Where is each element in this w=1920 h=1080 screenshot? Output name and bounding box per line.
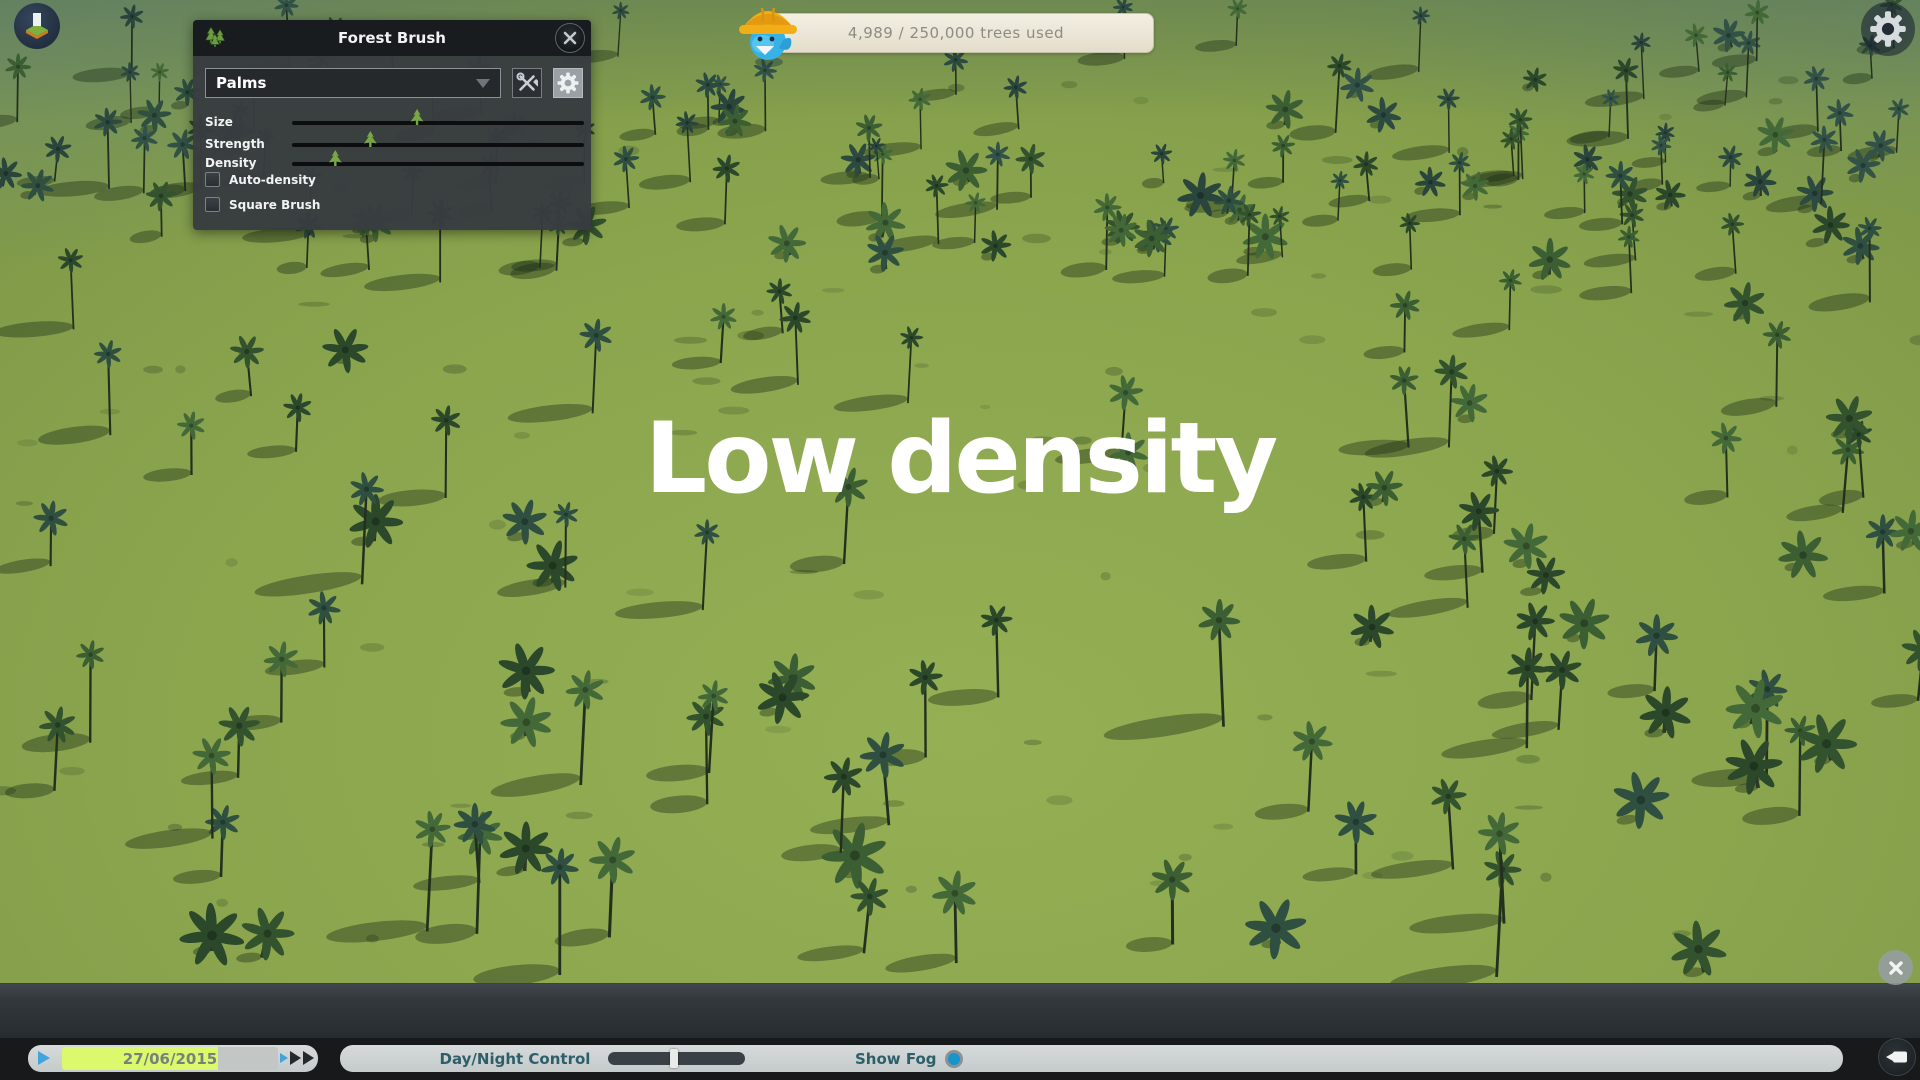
strength-slider[interactable] xyxy=(292,143,584,147)
chirper-mascot-icon xyxy=(736,0,802,68)
date-text: 27/06/2015 xyxy=(62,1047,278,1070)
toolbar-close-icon[interactable] xyxy=(1878,950,1913,985)
gear-icon xyxy=(1866,7,1910,51)
panel-title: Forest Brush xyxy=(193,29,591,47)
strength-slider-row: Strength xyxy=(193,137,591,153)
settings-button[interactable] xyxy=(1861,2,1915,56)
show-fog-toggle[interactable] xyxy=(945,1050,963,1068)
forest-brush-panel: Forest Brush Palms Si xyxy=(193,20,591,230)
tree-type-value: Palms xyxy=(216,74,476,92)
brush-settings-button[interactable] xyxy=(553,68,583,98)
cinematic-camera-button[interactable] xyxy=(1878,1038,1916,1076)
strength-slider-thumb[interactable] xyxy=(363,131,378,147)
play-button[interactable] xyxy=(38,1051,50,1065)
size-slider-row: Size xyxy=(193,115,591,131)
time-controls: 27/06/2015 xyxy=(28,1045,318,1072)
tree-counter-text: 4,989 / 250,000 trees used xyxy=(848,24,1064,42)
day-night-label: Day/Night Control xyxy=(400,1045,630,1072)
overlay-caption: Low density xyxy=(0,410,1920,508)
forest-brush-titlebar[interactable]: Forest Brush xyxy=(193,20,591,56)
video-camera-icon xyxy=(1886,1049,1908,1065)
show-fog-label: Show Fog xyxy=(855,1045,937,1072)
size-slider-thumb[interactable] xyxy=(410,109,425,125)
square-brush-checkbox-row[interactable]: Square Brush xyxy=(205,197,320,212)
date-display: 27/06/2015 xyxy=(62,1047,278,1070)
auto-density-checkbox-row[interactable]: Auto-density xyxy=(205,172,316,187)
speed-2-icon[interactable] xyxy=(290,1051,301,1065)
size-slider[interactable] xyxy=(292,121,584,125)
map-options-button[interactable] xyxy=(14,3,60,49)
speed-1-icon[interactable] xyxy=(280,1053,288,1063)
game-screen: Low density Forest Brush xyxy=(0,0,1920,1080)
auto-density-checkbox[interactable] xyxy=(205,172,220,187)
close-icon[interactable] xyxy=(555,23,585,53)
density-slider-row: Density xyxy=(193,156,591,172)
speed-controls xyxy=(280,1051,314,1065)
brush-tools-button[interactable] xyxy=(512,68,542,98)
density-label: Density xyxy=(205,156,256,170)
gear-icon xyxy=(556,71,580,95)
density-slider[interactable] xyxy=(292,162,584,166)
square-brush-label: Square Brush xyxy=(229,198,320,212)
speed-3-icon[interactable] xyxy=(303,1051,314,1065)
square-brush-checkbox[interactable] xyxy=(205,197,220,212)
tools-icon xyxy=(516,72,538,94)
forest-icon xyxy=(203,27,229,53)
day-night-slider[interactable] xyxy=(608,1052,745,1065)
size-label: Size xyxy=(205,115,233,129)
day-night-slider-handle[interactable] xyxy=(670,1049,678,1068)
auto-density-label: Auto-density xyxy=(229,173,316,187)
chevron-down-icon xyxy=(476,79,490,88)
tree-type-dropdown[interactable]: Palms xyxy=(205,68,501,98)
status-bar: 27/06/2015 Day/Night Control Show Fog xyxy=(0,1038,1920,1080)
editor-toolbar xyxy=(0,983,1920,1038)
tree-counter-bar: 4,989 / 250,000 trees used xyxy=(758,13,1154,53)
environment-controls: Day/Night Control Show Fog xyxy=(340,1045,1843,1072)
map-layers-icon xyxy=(22,11,52,41)
strength-label: Strength xyxy=(205,137,265,151)
